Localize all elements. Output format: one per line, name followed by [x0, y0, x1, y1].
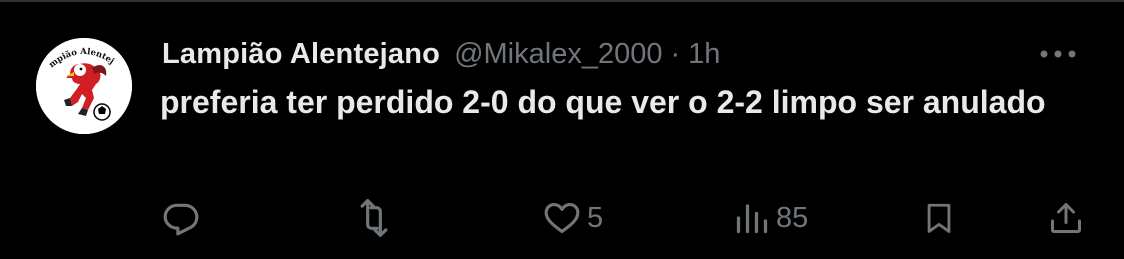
user-handle[interactable]: @Mikalex_2000 — [454, 38, 662, 71]
reply-icon — [162, 199, 200, 237]
bookmark-button[interactable] — [922, 192, 956, 244]
like-button[interactable]: 5 — [543, 192, 603, 244]
views-button[interactable]: 85 — [734, 192, 808, 244]
bookmark-icon — [922, 199, 956, 237]
avatar-image: Lampião Alentejano — [36, 38, 132, 134]
more-options-button[interactable] — [1036, 42, 1080, 66]
display-name[interactable]: Lampião Alentejano — [162, 38, 440, 71]
tweet-text: preferia ter perdido 2-0 do que ver o 2-… — [160, 84, 1046, 120]
action-bar: 5 85 — [0, 192, 1124, 244]
views-icon — [734, 199, 770, 237]
reply-button[interactable] — [162, 192, 200, 244]
retweet-icon — [354, 199, 394, 237]
tweet[interactable]: Lampião Alentejano Lampião Alentejano @M… — [0, 0, 1124, 259]
divider — [0, 0, 1124, 2]
avatar[interactable]: Lampião Alentejano — [36, 38, 132, 134]
share-icon — [1048, 199, 1084, 237]
tweet-header: Lampião Alentejano @Mikalex_2000 · 1h — [162, 34, 720, 74]
separator-dot: · — [670, 37, 681, 70]
retweet-button[interactable] — [354, 192, 394, 244]
share-button[interactable] — [1048, 192, 1084, 244]
timestamp[interactable]: 1h — [688, 38, 720, 71]
heart-icon — [543, 199, 581, 237]
like-count: 5 — [587, 201, 604, 234]
views-count: 85 — [776, 201, 809, 234]
more-icon — [1040, 50, 1076, 58]
